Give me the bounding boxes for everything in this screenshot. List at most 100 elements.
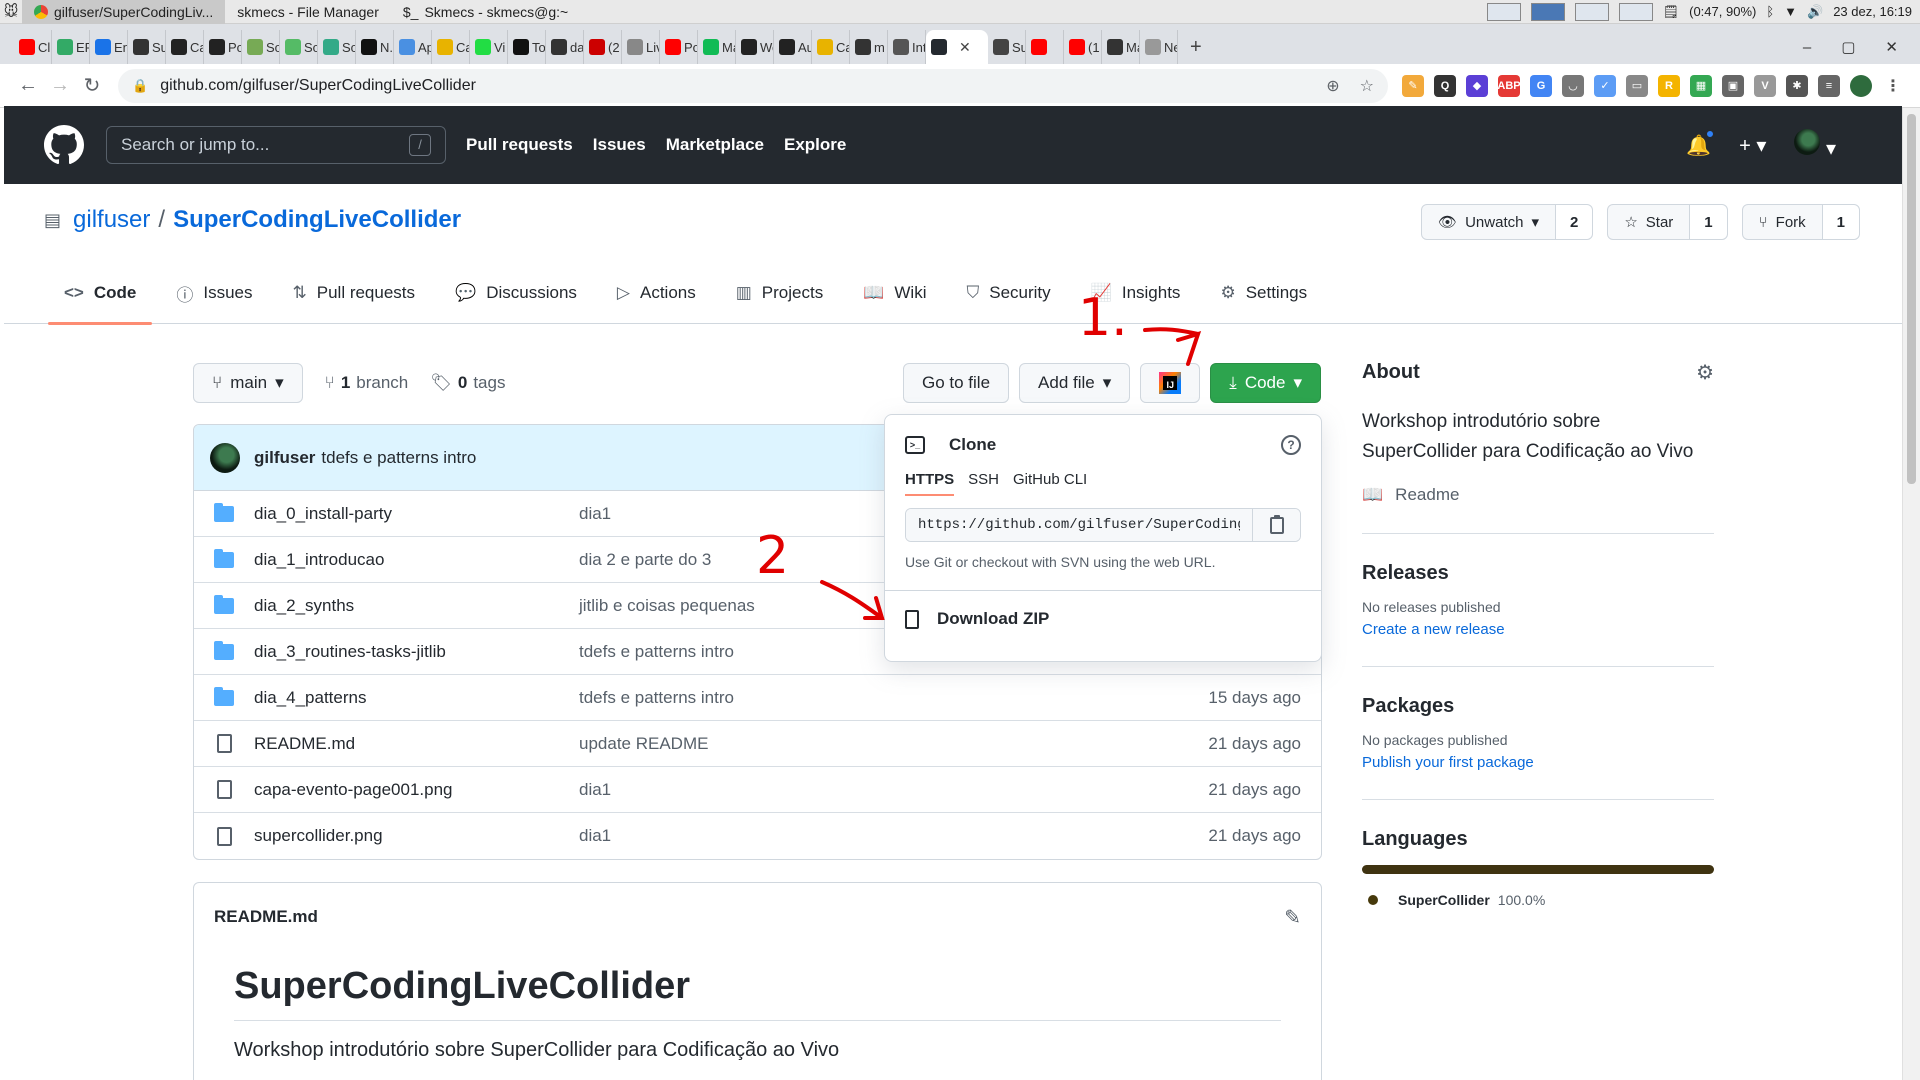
battery-status[interactable]: (0:47, 90%) (1689, 4, 1756, 19)
file-name[interactable]: dia_3_routines-tasks-jitlib (254, 642, 579, 662)
volume-icon[interactable]: 🔊 (1807, 4, 1823, 20)
browser-tab[interactable]: Au (774, 30, 812, 64)
browser-tab[interactable]: ER (52, 30, 90, 64)
clone-tab-ssh[interactable]: SSH (968, 471, 999, 496)
branch-select-button[interactable]: ⑂ main ▾ (193, 363, 303, 403)
bluetooth-icon[interactable]: ᛒ (1766, 4, 1774, 19)
browser-tab[interactable]: We (736, 30, 774, 64)
browser-tab[interactable]: New T (1140, 30, 1178, 64)
browser-tab[interactable]: So (280, 30, 318, 64)
browser-tab[interactable]: Su (988, 30, 1026, 64)
nav-issues[interactable]: Issues (593, 135, 646, 155)
address-bar[interactable]: 🔒 github.com/gilfuser/SuperCodingLiveCol… (118, 68, 1388, 103)
stars-count[interactable]: 1 (1690, 205, 1727, 239)
browser-tab[interactable]: Ma (1102, 30, 1140, 64)
edit-pencil-icon[interactable]: ✎ (1284, 905, 1301, 930)
extension-icon[interactable]: ▦ (1690, 74, 1712, 97)
code-button[interactable]: ⤓ Code ▾ (1210, 363, 1321, 403)
task-browser[interactable]: gilfuser/SuperCodingLiv... (22, 0, 226, 24)
workspace-3[interactable] (1574, 2, 1609, 21)
browser-tab[interactable]: Liv (622, 30, 660, 64)
commit-message[interactable]: tdefs e patterns intro (321, 448, 476, 468)
table-row[interactable]: README.md update README 21 days ago (194, 721, 1321, 767)
extension-icon[interactable]: ✎ (1402, 74, 1424, 97)
browser-tab[interactable]: m (850, 30, 888, 64)
branches-link[interactable]: ⑂ 1 branch (325, 373, 409, 393)
create-release-link[interactable]: Create a new release (1362, 621, 1714, 638)
workspace-4[interactable] (1618, 2, 1653, 21)
tab-issues[interactable]: ⓘ Issues (156, 262, 272, 324)
extension-icon[interactable]: ▭ (1626, 74, 1648, 97)
jetbrains-button[interactable]: IJ (1140, 363, 1201, 403)
reload-icon[interactable]: ↻ (76, 73, 108, 98)
new-tab-plus-icon[interactable]: + (1190, 30, 1202, 64)
tab-projects[interactable]: ▥ Projects (716, 262, 843, 324)
browser-tab[interactable]: (1 (1064, 30, 1102, 64)
create-new-plus-icon[interactable]: + ▾ (1739, 133, 1766, 158)
clone-tab-github-cli[interactable]: GitHub CLI (1013, 471, 1087, 496)
star-button[interactable]: ☆ Star (1608, 205, 1691, 239)
browser-tab[interactable]: Ma (698, 30, 736, 64)
browser-tab[interactable]: ✕ (926, 30, 988, 64)
nav-marketplace[interactable]: Marketplace (666, 135, 764, 155)
readme-link[interactable]: 📖 Readme (1362, 485, 1714, 505)
back-icon[interactable]: ← (12, 74, 44, 97)
table-row[interactable]: supercollider.png dia1 21 days ago (194, 813, 1321, 859)
extension-icon[interactable]: R (1658, 74, 1680, 97)
table-row[interactable]: capa-evento-page001.png dia1 21 days ago (194, 767, 1321, 813)
task-file-manager[interactable]: skmecs - File Manager (225, 0, 391, 24)
user-menu[interactable]: ▾ (1794, 129, 1836, 161)
nav-explore[interactable]: Explore (784, 135, 846, 155)
download-zip-button[interactable]: Download ZIP (885, 591, 1321, 647)
tab-wiki[interactable]: 📖 Wiki (843, 262, 946, 324)
page-scrollbar[interactable] (1902, 108, 1920, 1080)
clone-url-input[interactable] (906, 509, 1252, 541)
workspace-2[interactable] (1530, 2, 1565, 21)
gear-icon[interactable]: ⚙ (1696, 360, 1714, 385)
reading-list-icon[interactable]: ≡ (1818, 74, 1840, 97)
repo-owner-link[interactable]: gilfuser (73, 206, 150, 234)
extension-icon[interactable]: ◆ (1466, 74, 1488, 97)
help-icon[interactable]: ? (1281, 435, 1301, 455)
packages-title[interactable]: Packages (1362, 695, 1714, 718)
commit-message[interactable]: dia1 (579, 826, 1208, 846)
file-name[interactable]: capa-evento-page001.png (254, 780, 579, 800)
commit-message[interactable]: tdefs e patterns intro (579, 688, 1208, 708)
nav-pull-requests[interactable]: Pull requests (466, 135, 573, 155)
fork-button[interactable]: ⑂ Fork (1743, 205, 1823, 239)
browser-tab[interactable]: So (318, 30, 356, 64)
file-name[interactable]: dia_1_introducao (254, 550, 579, 570)
task-terminal[interactable]: $_ Skmecs - skmecs@g:~ (391, 0, 580, 24)
browser-tab[interactable]: Su (128, 30, 166, 64)
search-input[interactable]: Search or jump to... / (106, 126, 446, 164)
extension-icon[interactable]: V (1754, 74, 1776, 97)
tab-settings[interactable]: ⚙ Settings (1200, 262, 1327, 324)
browser-tab[interactable]: N. (356, 30, 394, 64)
avatar[interactable] (210, 442, 240, 473)
pocket-icon[interactable]: ◡ (1562, 74, 1584, 97)
notifications-bell-icon[interactable]: 🔔 (1686, 128, 1716, 158)
tab-actions[interactable]: ▷ Actions (597, 262, 716, 324)
browser-tab[interactable]: Ca (166, 30, 204, 64)
profile-avatar[interactable] (1850, 74, 1872, 97)
file-name[interactable]: dia_0_install-party (254, 504, 579, 524)
browser-tab[interactable]: Po (660, 30, 698, 64)
tab-security[interactable]: ⛉ Security (947, 262, 1071, 324)
file-name[interactable]: dia_2_synths (254, 596, 579, 616)
forward-icon[interactable]: → (44, 74, 76, 97)
wifi-icon[interactable]: ▼ (1784, 4, 1797, 19)
browser-tab[interactable]: Vi (470, 30, 508, 64)
puzzle-icon[interactable]: ✱ (1786, 74, 1808, 97)
extension-icon[interactable]: ✓ (1594, 74, 1616, 97)
browser-tab[interactable]: Ap (394, 30, 432, 64)
extension-icon[interactable]: Q (1434, 74, 1456, 97)
unwatch-button[interactable]: 👁 Unwatch ▾ (1422, 205, 1556, 239)
clock[interactable]: 23 dez, 16:19 (1833, 4, 1912, 19)
readme-filename[interactable]: README.md (214, 907, 318, 927)
go-to-file-button[interactable]: Go to file (903, 363, 1010, 403)
browser-tab[interactable]: Po (204, 30, 242, 64)
workspace-1[interactable] (1486, 2, 1521, 21)
file-name[interactable]: README.md (254, 734, 579, 754)
browser-tab[interactable] (1026, 30, 1064, 64)
repo-name-link[interactable]: SuperCodingLiveCollider (173, 206, 461, 234)
